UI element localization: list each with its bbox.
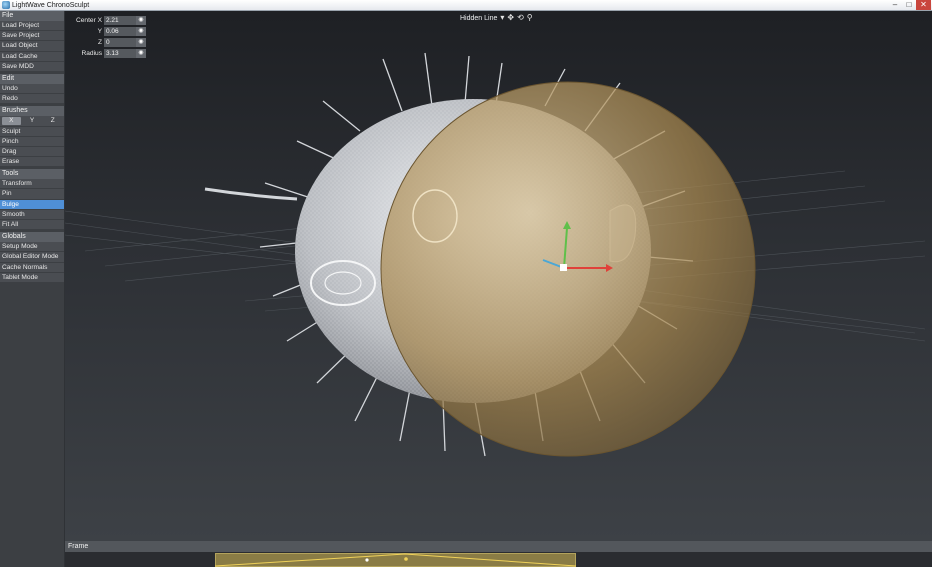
undo-button[interactable]: Undo — [0, 83, 64, 95]
zoom-icon[interactable]: ⚲ — [527, 13, 533, 23]
gizmo-center[interactable] — [560, 264, 567, 271]
file-group: File Load Project Save Project Load Obje… — [0, 11, 64, 72]
tools-header[interactable]: Tools — [0, 169, 64, 180]
load-object-button[interactable]: Load Object — [0, 41, 64, 52]
tools-group: Tools Transform Pin Bulge Smooth Fit All — [0, 169, 64, 231]
axis-y-toggle[interactable]: Y — [23, 117, 42, 124]
radius-field[interactable]: 3.13 — [104, 48, 136, 58]
brushes-header[interactable]: Brushes — [0, 106, 64, 117]
bulge-button[interactable]: Bulge — [0, 199, 64, 210]
y-row: Y 0.06 ◉ — [71, 26, 149, 37]
rotate-icon[interactable]: ⟲ — [517, 13, 524, 23]
center-x-label: Center X — [75, 16, 102, 24]
pinch-button[interactable]: Pinch — [0, 136, 64, 147]
radius-row: Radius 3.13 ◉ — [71, 48, 149, 59]
view-controls: Hidden Line ▾ ✥ ⟲ ⚲ — [460, 13, 533, 23]
sidebar: File Load Project Save Project Load Obje… — [0, 11, 64, 567]
smooth-button[interactable]: Smooth — [0, 209, 64, 220]
drag-button[interactable]: Drag — [0, 146, 64, 158]
cache-normals-button[interactable]: Cache Normals — [0, 262, 64, 273]
z-eye-icon[interactable]: ◉ — [136, 37, 146, 47]
y-eye-icon[interactable]: ◉ — [136, 26, 146, 36]
viewport-scene — [65, 52, 926, 457]
center-x-row: Center X 2.21 ◉ — [71, 15, 149, 26]
save-project-button[interactable]: Save Project — [0, 31, 64, 42]
close-icon[interactable]: ✕ — [916, 0, 931, 10]
minimize-icon[interactable]: – — [888, 0, 902, 10]
bulge-properties: Center X 2.21 ◉ Y 0.06 ◉ Z 0 ◉ Radius 3.… — [71, 15, 149, 59]
radius-eye-icon[interactable]: ◉ — [136, 48, 146, 58]
global-editor-mode-button[interactable]: Global Editor Mode — [0, 252, 64, 263]
setup-mode-button[interactable]: Setup Mode — [0, 242, 64, 253]
z-label: Z — [97, 38, 102, 46]
app-icon — [2, 1, 10, 9]
axis-z-toggle[interactable]: Z — [43, 117, 62, 124]
z-field[interactable]: 0 — [104, 37, 136, 47]
load-project-button[interactable]: Load Project — [0, 21, 64, 32]
erase-button[interactable]: Erase — [0, 157, 64, 168]
file-header[interactable]: File — [0, 11, 64, 21]
tablet-mode-button[interactable]: Tablet Mode — [0, 272, 64, 283]
maximize-icon[interactable]: □ — [902, 0, 916, 10]
radius-label: Radius — [81, 49, 102, 57]
title-bar: LightWave ChronoSculpt – □ ✕ — [0, 0, 932, 11]
3d-viewport[interactable] — [65, 11, 932, 541]
globals-header[interactable]: Globals — [0, 232, 64, 243]
z-row: Z 0 ◉ — [71, 37, 149, 48]
timeline-curve — [215, 553, 576, 567]
edit-group: Edit Undo Redo — [0, 73, 64, 105]
timeline-panel: Frame — [65, 541, 932, 567]
edit-header[interactable]: Edit — [0, 73, 64, 84]
y-label: Y — [97, 27, 102, 35]
brushes-group: Brushes X Y Z Sculpt Pinch Drag Erase — [0, 106, 64, 168]
view-mode-dropdown[interactable]: Hidden Line — [460, 15, 497, 22]
redo-button[interactable]: Redo — [0, 94, 64, 105]
pin-button[interactable]: Pin — [0, 189, 64, 200]
save-mdd-button[interactable]: Save MDD — [0, 61, 64, 72]
center-x-field[interactable]: 2.21 — [104, 15, 136, 25]
y-field[interactable]: 0.06 — [104, 26, 136, 36]
symmetry-axis-row: X Y Z — [0, 116, 64, 127]
window-title: LightWave ChronoSculpt — [12, 2, 90, 9]
chevron-down-icon[interactable]: ▾ — [500, 13, 504, 23]
center-x-eye-icon[interactable]: ◉ — [136, 15, 146, 25]
load-cache-button[interactable]: Load Cache — [0, 51, 64, 62]
timeline-header: Frame — [65, 541, 932, 552]
fit-all-button[interactable]: Fit All — [0, 220, 64, 231]
keyframe-marker[interactable] — [404, 557, 408, 561]
move-icon[interactable]: ✥ — [507, 13, 514, 23]
sculpt-button[interactable]: Sculpt — [0, 126, 64, 137]
keyframe-marker[interactable] — [365, 558, 369, 562]
globals-group: Globals Setup Mode Global Editor Mode Ca… — [0, 232, 64, 283]
axis-x-toggle[interactable]: X — [2, 117, 21, 125]
fish-tail — [204, 187, 298, 201]
transform-button[interactable]: Transform — [0, 179, 64, 190]
